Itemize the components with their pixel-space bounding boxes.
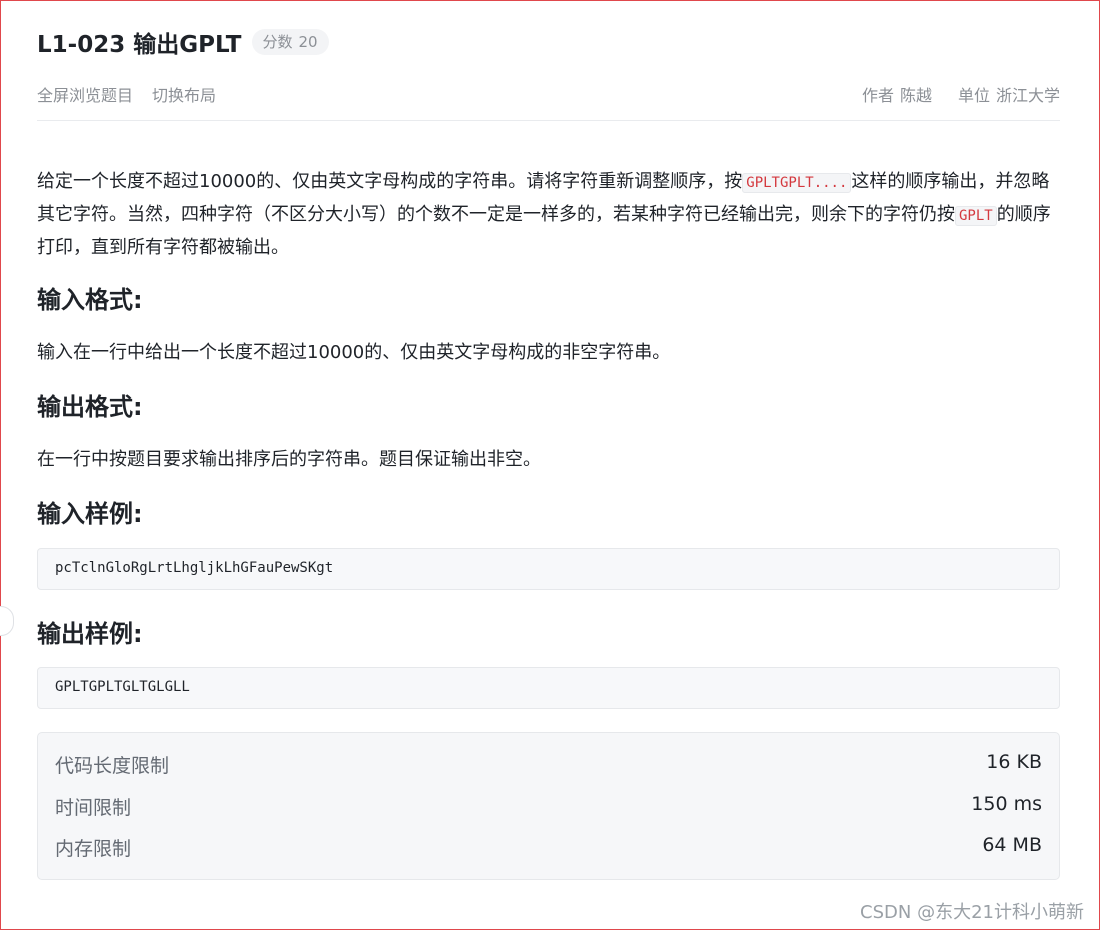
limit-label: 时间限制: [55, 797, 132, 819]
output-format-text: 在一行中按题目要求输出排序后的字符串。题目保证输出非空。: [37, 449, 541, 470]
csdn-watermark: CSDN @东大21计科小萌新: [860, 902, 1084, 923]
author-label: 作者: [861, 86, 894, 105]
score-label: 分数: [262, 33, 293, 51]
sample-output-code[interactable]: GPLTGPLTGLTGLGLL: [37, 667, 1060, 709]
description-text-1: 给定一个长度不超过10000的、仅由英文字母构成的字符串。请将字符重新调整顺序，…: [37, 171, 743, 192]
limit-value: 16 KB: [986, 751, 1042, 773]
limit-label: 内存限制: [55, 838, 132, 860]
problem-toolbar: 全屏浏览题目 切换布局 作者 陈越 单位 浙江大学: [37, 80, 1060, 106]
limit-value: 150 ms: [971, 793, 1042, 815]
org-name: 浙江大学: [995, 86, 1060, 105]
input-format-text: 输入在一行中给出一个长度不超过10000的、仅由英文字母构成的非空字符串。: [37, 342, 671, 363]
author-name: 陈越: [899, 86, 932, 105]
switch-layout-button[interactable]: 切换布局: [152, 86, 216, 105]
score-badge: 分数 20: [251, 29, 329, 55]
sample-output-heading: 输出样例:: [37, 620, 143, 648]
author-info: 作者 陈越: [862, 86, 932, 105]
limit-row-code-length: 代码长度限制 16 KB: [55, 751, 1042, 781]
limit-label: 代码长度限制: [55, 755, 170, 777]
sample-input-code[interactable]: pcTclnGloRgLrtLhgljkLhGFauPewSKgt: [37, 548, 1060, 590]
limit-row-time: 时间限制 150 ms: [55, 793, 1042, 823]
title-row: L1-023 输出GPLT 分数 20: [37, 26, 329, 58]
header-divider: [37, 120, 1060, 121]
problem-description: 给定一个长度不超过10000的、仅由英文字母构成的字符串。请将字符重新调整顺序，…: [37, 166, 1067, 263]
inline-code-gpltgplt: GPLTGPLT....: [742, 173, 852, 193]
org-label: 单位: [957, 86, 990, 105]
sample-input-heading: 输入样例:: [37, 500, 143, 528]
output-format-heading: 输出格式:: [37, 393, 143, 421]
inline-code-gplt: GPLT: [955, 206, 997, 226]
limit-row-memory: 内存限制 64 MB: [55, 834, 1042, 864]
limits-panel: 代码长度限制 16 KB 时间限制 150 ms 内存限制 64 MB: [37, 732, 1060, 880]
org-info: 单位 浙江大学: [958, 86, 1060, 105]
fullscreen-button[interactable]: 全屏浏览题目: [37, 86, 133, 105]
problem-title: L1-023 输出GPLT: [37, 32, 242, 58]
score-value: 20: [298, 33, 318, 51]
input-format-heading: 输入格式:: [37, 286, 143, 314]
limit-value: 64 MB: [982, 834, 1042, 856]
